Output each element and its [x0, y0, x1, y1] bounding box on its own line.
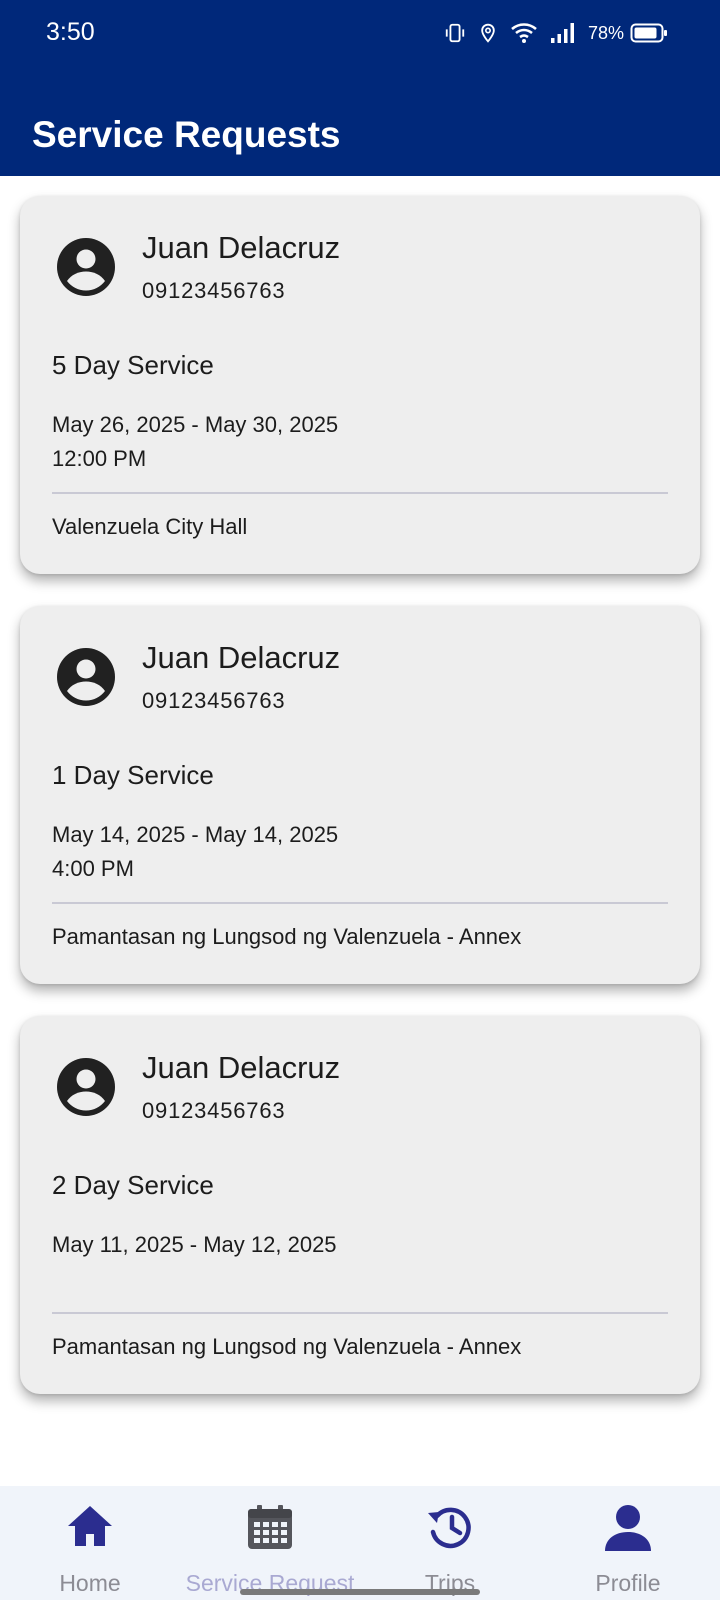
requester-name: Juan Delacruz	[142, 640, 341, 675]
person-icon	[605, 1505, 651, 1551]
nav-item-home[interactable]: Home	[40, 1486, 140, 1600]
wifi-icon	[511, 23, 537, 43]
service-type: 2 Day Service	[52, 1170, 214, 1200]
nav-item-profile[interactable]: Profile	[568, 1486, 688, 1600]
nav-label-profile: Profile	[595, 1570, 661, 1596]
calendar-icon	[248, 1505, 292, 1549]
card-divider	[52, 902, 668, 904]
service-dates: May 26, 2025 - May 30, 2025	[52, 412, 339, 437]
app-header: 3:50 78% Service Requests	[0, 0, 720, 176]
service-type: 1 Day Service	[52, 760, 214, 790]
requester-phone: 09123456763	[142, 688, 286, 713]
battery-percent: 78%	[587, 22, 624, 43]
history-icon	[428, 1507, 471, 1549]
service-request-card[interactable]: Juan Delacruz 09123456763 5 Day Service …	[20, 196, 700, 574]
requester-name: Juan Delacruz	[142, 1050, 341, 1085]
status-time: 3:50	[46, 18, 95, 46]
vibrate-icon	[445, 23, 465, 43]
account-circle-icon	[57, 1058, 115, 1116]
service-time: 4:00 PM	[52, 856, 134, 881]
service-request-card[interactable]: Juan Delacruz 09123456763 2 Day Service …	[20, 1016, 700, 1394]
requester-phone: 09123456763	[142, 1098, 286, 1123]
card-divider	[52, 1312, 668, 1314]
service-type: 5 Day Service	[52, 350, 214, 380]
account-circle-icon	[57, 238, 115, 296]
card-divider	[52, 492, 668, 494]
service-location: Pamantasan ng Lungsod ng Valenzuela - An…	[52, 1334, 522, 1359]
service-location: Valenzuela City Hall	[52, 514, 248, 539]
service-time: 12:00 PM	[52, 446, 147, 471]
nav-item-service-request[interactable]: Service Request	[170, 1486, 370, 1600]
nav-item-trips[interactable]: Trips	[400, 1486, 500, 1600]
location-icon	[481, 23, 495, 43]
battery-icon	[630, 23, 667, 43]
service-dates: May 11, 2025 - May 12, 2025	[52, 1232, 337, 1257]
status-icons: 78%	[444, 18, 668, 48]
bottom-navigation: Home Service Request Trips Profile	[0, 1486, 720, 1600]
requester-name: Juan Delacruz	[142, 230, 341, 265]
requester-phone: 09123456763	[142, 278, 286, 303]
service-dates: May 14, 2025 - May 14, 2025	[52, 822, 339, 847]
home-icon	[68, 1506, 112, 1546]
page-title: Service Requests	[32, 114, 341, 155]
nav-label-home: Home	[59, 1570, 121, 1596]
signal-icon	[550, 23, 574, 43]
service-request-card[interactable]: Juan Delacruz 09123456763 1 Day Service …	[20, 606, 700, 984]
account-circle-icon	[57, 648, 115, 706]
service-location: Pamantasan ng Lungsod ng Valenzuela - An…	[52, 924, 522, 949]
gesture-home-bar[interactable]	[240, 1589, 480, 1595]
